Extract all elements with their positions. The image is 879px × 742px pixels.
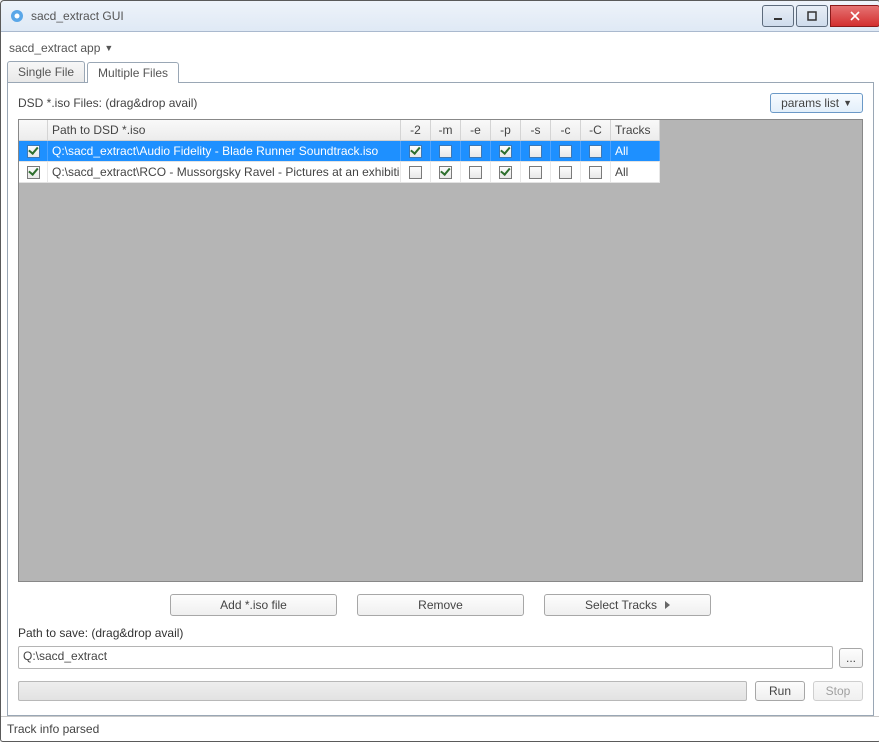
files-grid[interactable]: Path to DSD *.iso -2 -m -e -p -s -c -C T… (18, 119, 863, 582)
progress-bar (18, 681, 747, 701)
path-to-save-label: Path to save: (drag&drop avail) (18, 622, 863, 640)
params-list-button[interactable]: params list ▼ (770, 93, 863, 113)
table-row[interactable]: Q:\sacd_extract\RCO - Mussorgsky Ravel -… (19, 162, 660, 183)
tab-panel: DSD *.iso Files: (drag&drop avail) param… (7, 82, 874, 716)
stop-button: Stop (813, 681, 863, 701)
select-tracks-button[interactable]: Select Tracks (544, 594, 711, 616)
col-C[interactable]: -C (581, 120, 611, 140)
flag-c-checkbox[interactable] (559, 166, 572, 179)
chevron-down-icon: ▼ (104, 43, 113, 53)
row-tracks: All (611, 141, 660, 161)
select-tracks-label: Select Tracks (585, 598, 657, 612)
status-bar: Track info parsed (1, 716, 879, 741)
path-to-save-input[interactable]: Q:\sacd_extract (18, 646, 833, 669)
col-s[interactable]: -s (521, 120, 551, 140)
flag-p-checkbox[interactable] (499, 166, 512, 179)
flag-p-checkbox[interactable] (499, 145, 512, 158)
col-path[interactable]: Path to DSD *.iso (48, 120, 401, 140)
flag-C-checkbox[interactable] (589, 145, 602, 158)
flag-c-checkbox[interactable] (559, 145, 572, 158)
col-e[interactable]: -e (461, 120, 491, 140)
flag-2-checkbox[interactable] (409, 145, 422, 158)
window-title: sacd_extract GUI (31, 9, 124, 23)
flag-e-checkbox[interactable] (469, 166, 482, 179)
app-icon (9, 8, 25, 24)
row-select-checkbox[interactable] (27, 166, 40, 179)
col-2[interactable]: -2 (401, 120, 431, 140)
col-c[interactable]: -c (551, 120, 581, 140)
col-m[interactable]: -m (431, 120, 461, 140)
tab-multiple-files[interactable]: Multiple Files (87, 62, 179, 83)
flag-m-checkbox[interactable] (439, 166, 452, 179)
browse-button[interactable]: ... (839, 648, 863, 668)
table-row[interactable]: Q:\sacd_extract\Audio Fidelity - Blade R… (19, 141, 660, 162)
flag-m-checkbox[interactable] (439, 145, 452, 158)
flag-e-checkbox[interactable] (469, 145, 482, 158)
add-iso-button[interactable]: Add *.iso file (170, 594, 337, 616)
dsd-files-label: DSD *.iso Files: (drag&drop avail) (18, 96, 197, 110)
flag-s-checkbox[interactable] (529, 145, 542, 158)
app-menu-label: sacd_extract app (9, 41, 100, 55)
row-path: Q:\sacd_extract\RCO - Mussorgsky Ravel -… (48, 162, 401, 182)
flag-C-checkbox[interactable] (589, 166, 602, 179)
run-button[interactable]: Run (755, 681, 805, 701)
maximize-button[interactable] (796, 5, 828, 27)
chevron-right-icon (661, 598, 670, 612)
col-p[interactable]: -p (491, 120, 521, 140)
row-tracks: All (611, 162, 660, 182)
remove-button[interactable]: Remove (357, 594, 524, 616)
tab-single-file[interactable]: Single File (7, 61, 85, 82)
col-tracks[interactable]: Tracks (611, 120, 660, 140)
chevron-down-icon: ▼ (843, 98, 852, 108)
close-button[interactable] (830, 5, 879, 27)
row-path: Q:\sacd_extract\Audio Fidelity - Blade R… (48, 141, 401, 161)
flag-s-checkbox[interactable] (529, 166, 542, 179)
row-select-checkbox[interactable] (27, 145, 40, 158)
params-list-label: params list (781, 96, 839, 110)
title-bar: sacd_extract GUI (1, 1, 879, 32)
minimize-button[interactable] (762, 5, 794, 27)
status-text: Track info parsed (7, 722, 99, 736)
app-menu[interactable]: sacd_extract app ▼ (9, 41, 113, 55)
flag-2-checkbox[interactable] (409, 166, 422, 179)
